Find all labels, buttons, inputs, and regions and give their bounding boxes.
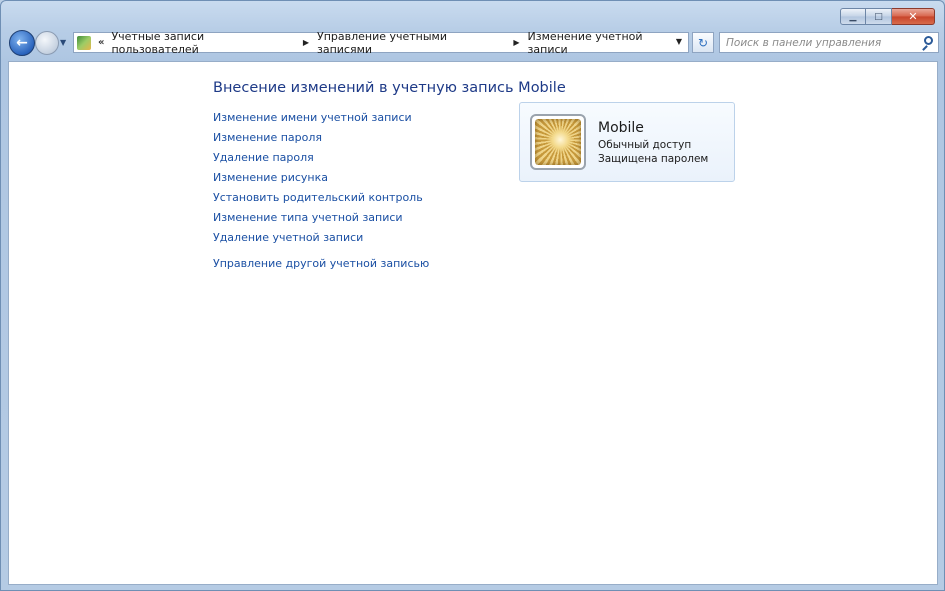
breadcrumb-item[interactable]: Изменение учетной записи <box>526 30 688 56</box>
minimize-button[interactable]: ▁ <box>840 8 866 25</box>
link-remove-password[interactable]: Удаление пароля <box>213 148 429 168</box>
back-arrow-icon: ← <box>16 35 28 51</box>
breadcrumb-arrow-icon[interactable]: ▶ <box>303 38 309 47</box>
close-button[interactable]: ✕ <box>892 8 935 25</box>
recent-pages-dropdown[interactable]: ▼ <box>60 38 66 47</box>
task-links: Изменение имени учетной записи Изменение… <box>213 108 429 274</box>
breadcrumb-arrow-icon[interactable]: ▶ <box>513 38 519 47</box>
link-parental-controls[interactable]: Установить родительский контроль <box>213 188 429 208</box>
content-pane: Внесение изменений в учетную запись Mobi… <box>8 61 938 585</box>
link-change-picture[interactable]: Изменение рисунка <box>213 168 429 188</box>
page-title: Внесение изменений в учетную запись Mobi… <box>213 80 566 96</box>
link-change-account-type[interactable]: Изменение типа учетной записи <box>213 208 429 228</box>
breadcrumb-item[interactable]: Управление учетными записями <box>315 30 507 56</box>
search-box[interactable]: Поиск в панели управления <box>719 32 939 53</box>
close-icon: ✕ <box>908 10 918 23</box>
maximize-icon: □ <box>874 11 883 22</box>
account-status: Защищена паролем <box>598 153 709 165</box>
window: ▁ □ ✕ ← ▼ « Учетные записи пользователей… <box>0 0 945 591</box>
refresh-button[interactable]: ↻ <box>692 32 714 53</box>
account-name: Mobile <box>598 120 644 136</box>
avatar <box>530 114 586 170</box>
caption-buttons: ▁ □ ✕ <box>840 8 935 25</box>
breadcrumb-item[interactable]: Учетные записи пользователей <box>109 30 296 56</box>
account-type: Обычный доступ <box>598 139 692 151</box>
minimize-icon: ▁ <box>849 11 857 22</box>
double-chevron-icon[interactable]: « <box>98 37 104 48</box>
link-change-name[interactable]: Изменение имени учетной записи <box>213 108 429 128</box>
maximize-button[interactable]: □ <box>866 8 892 25</box>
navigation-bar: ← ▼ « Учетные записи пользователей ▶ Упр… <box>7 30 939 56</box>
forward-button[interactable] <box>35 31 59 55</box>
search-icon[interactable] <box>924 36 933 45</box>
link-delete-account[interactable]: Удаление учетной записи <box>213 228 429 248</box>
refresh-icon: ↻ <box>697 35 709 50</box>
link-change-password[interactable]: Изменение пароля <box>213 128 429 148</box>
back-button[interactable]: ← <box>9 30 35 56</box>
address-bar[interactable]: « Учетные записи пользователей ▶ Управле… <box>73 30 689 56</box>
address-dropdown-icon[interactable]: ▼ <box>676 37 682 46</box>
link-manage-another-account[interactable]: Управление другой учетной записью <box>213 254 429 274</box>
account-picture <box>535 119 581 165</box>
account-card: Mobile Обычный доступ Защищена паролем <box>519 102 735 182</box>
control-panel-icon <box>77 35 91 50</box>
search-placeholder: Поиск в панели управления <box>726 36 882 49</box>
